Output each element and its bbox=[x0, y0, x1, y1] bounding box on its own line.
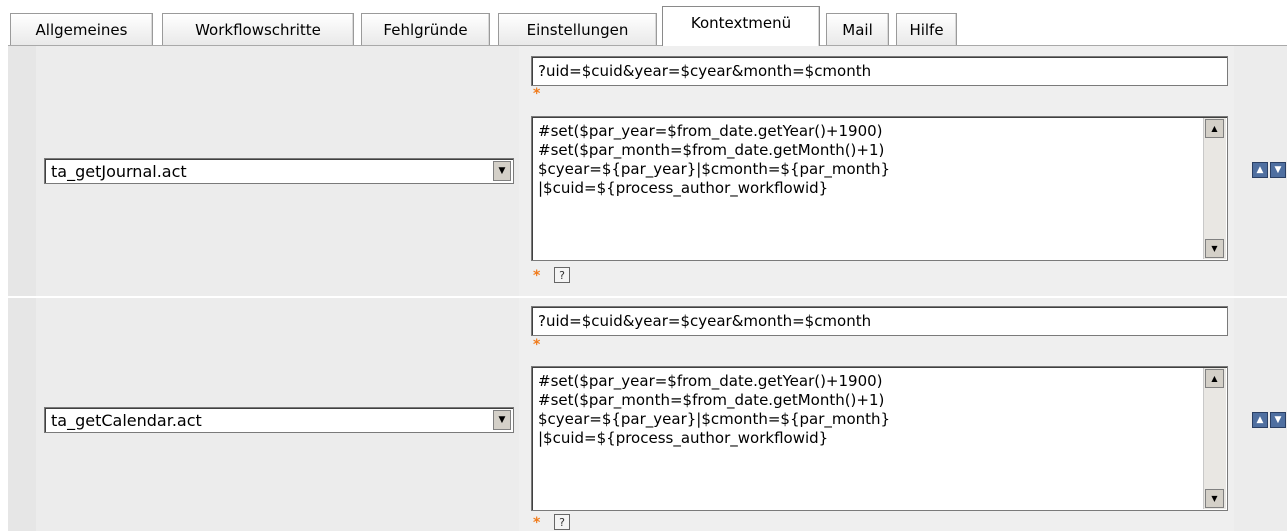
help-icon[interactable]: ? bbox=[554, 267, 570, 283]
row-separator bbox=[8, 296, 1287, 298]
help-icon[interactable]: ? bbox=[554, 514, 570, 530]
tab-kontextmenue[interactable]: Kontextmenü bbox=[662, 6, 820, 46]
tab-allgemeines[interactable]: Allgemeines bbox=[10, 13, 153, 45]
chevron-down-icon[interactable]: ▼ bbox=[493, 410, 511, 430]
tab-label: Mail bbox=[842, 20, 873, 39]
row-gutter bbox=[8, 46, 36, 531]
tab-einstellungen[interactable]: Einstellungen bbox=[498, 13, 657, 45]
move-down-icon[interactable]: ▼ bbox=[1270, 162, 1286, 178]
move-up-icon[interactable]: ▲ bbox=[1252, 412, 1268, 428]
order-column bbox=[1234, 46, 1287, 531]
tab-label: Allgemeines bbox=[35, 20, 128, 39]
scrollbar[interactable]: ▲ ▼ bbox=[1203, 118, 1226, 259]
params-input[interactable]: ?uid=$cuid&year=$cyear&month=$cmonth bbox=[531, 56, 1228, 86]
scroll-up-icon[interactable]: ▲ bbox=[1205, 369, 1224, 388]
tab-mail[interactable]: Mail bbox=[826, 13, 889, 45]
tab-label: Kontextmenü bbox=[690, 14, 792, 32]
tab-fehlgruende[interactable]: Fehlgründe bbox=[361, 13, 490, 45]
move-up-icon[interactable]: ▲ bbox=[1252, 162, 1268, 178]
tab-bar: Allgemeines Workflowschritte Fehlgründe … bbox=[0, 0, 1287, 46]
tab-label: Hilfe bbox=[909, 20, 944, 39]
move-controls: ▲ ▼ bbox=[1252, 412, 1286, 430]
required-marker: * bbox=[533, 86, 541, 102]
tab-label: Einstellungen bbox=[526, 20, 629, 39]
move-down-icon[interactable]: ▼ bbox=[1270, 412, 1286, 428]
scroll-up-icon[interactable]: ▲ bbox=[1205, 119, 1224, 138]
scrollbar[interactable]: ▲ ▼ bbox=[1203, 368, 1226, 509]
script-textarea[interactable]: #set($par_year=$from_date.getYear()+1900… bbox=[531, 366, 1228, 511]
required-marker: * bbox=[533, 268, 541, 284]
required-marker: * bbox=[533, 337, 541, 353]
action-select-value: ta_getJournal.act bbox=[51, 162, 187, 181]
chevron-down-icon[interactable]: ▼ bbox=[493, 161, 511, 181]
action-select[interactable]: ta_getJournal.act ▼ bbox=[44, 158, 514, 184]
required-marker: * bbox=[533, 515, 541, 531]
script-text: #set($par_year=$from_date.getYear()+1900… bbox=[538, 372, 891, 447]
action-column bbox=[36, 46, 519, 531]
script-textarea[interactable]: #set($par_year=$from_date.getYear()+1900… bbox=[531, 116, 1228, 261]
move-controls: ▲ ▼ bbox=[1252, 162, 1286, 180]
action-select-value: ta_getCalendar.act bbox=[51, 411, 202, 430]
scroll-down-icon[interactable]: ▼ bbox=[1205, 239, 1224, 258]
tab-workflowschritte[interactable]: Workflowschritte bbox=[162, 13, 354, 45]
scroll-down-icon[interactable]: ▼ bbox=[1205, 489, 1224, 508]
action-select[interactable]: ta_getCalendar.act ▼ bbox=[44, 407, 514, 433]
tab-hilfe[interactable]: Hilfe bbox=[896, 13, 957, 45]
script-text: #set($par_year=$from_date.getYear()+1900… bbox=[538, 122, 891, 197]
tab-label: Fehlgründe bbox=[383, 20, 468, 39]
params-input[interactable]: ?uid=$cuid&year=$cyear&month=$cmonth bbox=[531, 306, 1228, 336]
tab-label: Workflowschritte bbox=[195, 20, 321, 39]
